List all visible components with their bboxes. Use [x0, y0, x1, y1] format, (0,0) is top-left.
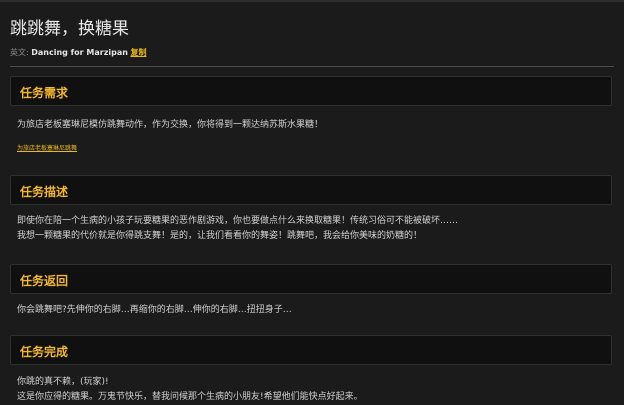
requirements-text: 为旅店老板塞琳尼模仿跳舞动作，作为交换，你将得到一颗达纳苏斯水果糖！ [17, 118, 323, 133]
title-divider [10, 66, 614, 67]
text-line: 你跳的真不赖，(玩家)! [17, 377, 109, 387]
english-label: 英文: [10, 48, 29, 57]
section-title: 任务返回 [20, 274, 69, 288]
page-title: 跳跳舞，换糖果 [10, 19, 129, 39]
text-line: 即使你在陪一个生病的小孩子玩要糖果的恶作剧游戏，你也要做点什么来换取糖果！传统习… [17, 216, 459, 226]
section-title: 任务完成 [20, 345, 69, 359]
english-name: Dancing for Marzipan [31, 48, 128, 57]
section-title: 任务需求 [20, 86, 69, 100]
section-header-description: 任务描述 [10, 175, 612, 205]
section-title: 任务描述 [20, 185, 69, 199]
section-header-progress: 任务返回 [10, 264, 612, 294]
text-line: 我想一颗糖果的代价就是你得跳支舞！是的，让我们看看你的舞姿！跳舞吧，我会给你美味… [17, 231, 423, 241]
section-header-requirements: 任务需求 [10, 76, 612, 106]
description-text: 即使你在陪一个生病的小孩子玩要糖果的恶作剧游戏，你也要做点什么来换取糖果！传统习… [17, 214, 458, 244]
quest-page: 跳跳舞，换糖果 英文: Dancing for Marzipan 复制 任务需求… [0, 0, 624, 405]
copy-link[interactable]: 复制 [130, 48, 146, 57]
english-name-row: 英文: Dancing for Marzipan 复制 [10, 47, 146, 58]
text-line: 为旅店老板塞琳尼模仿跳舞动作，作为交换，你将得到一颗达纳苏斯水果糖！ [17, 120, 324, 130]
completion-text: 你跳的真不赖，(玩家)! 这是你应得的糖果。万鬼节快乐，替我问候那个生病的小朋友… [17, 375, 363, 405]
section-header-completion: 任务完成 [10, 335, 612, 365]
progress-text: 你会跳舞吧?先伸你的右脚…再缩你的右脚…伸你的右脚…扭扭身子… [17, 303, 292, 318]
dance-objective-link[interactable]: 为旅店老板塞琳尼跳舞 [17, 143, 77, 152]
text-line: 你会跳舞吧?先伸你的右脚…再缩你的右脚…伸你的右脚…扭扭身子… [17, 305, 292, 315]
text-line: 这是你应得的糖果。万鬼节快乐，替我问候那个生病的小朋友!希望他们能快点好起来。 [17, 392, 363, 402]
